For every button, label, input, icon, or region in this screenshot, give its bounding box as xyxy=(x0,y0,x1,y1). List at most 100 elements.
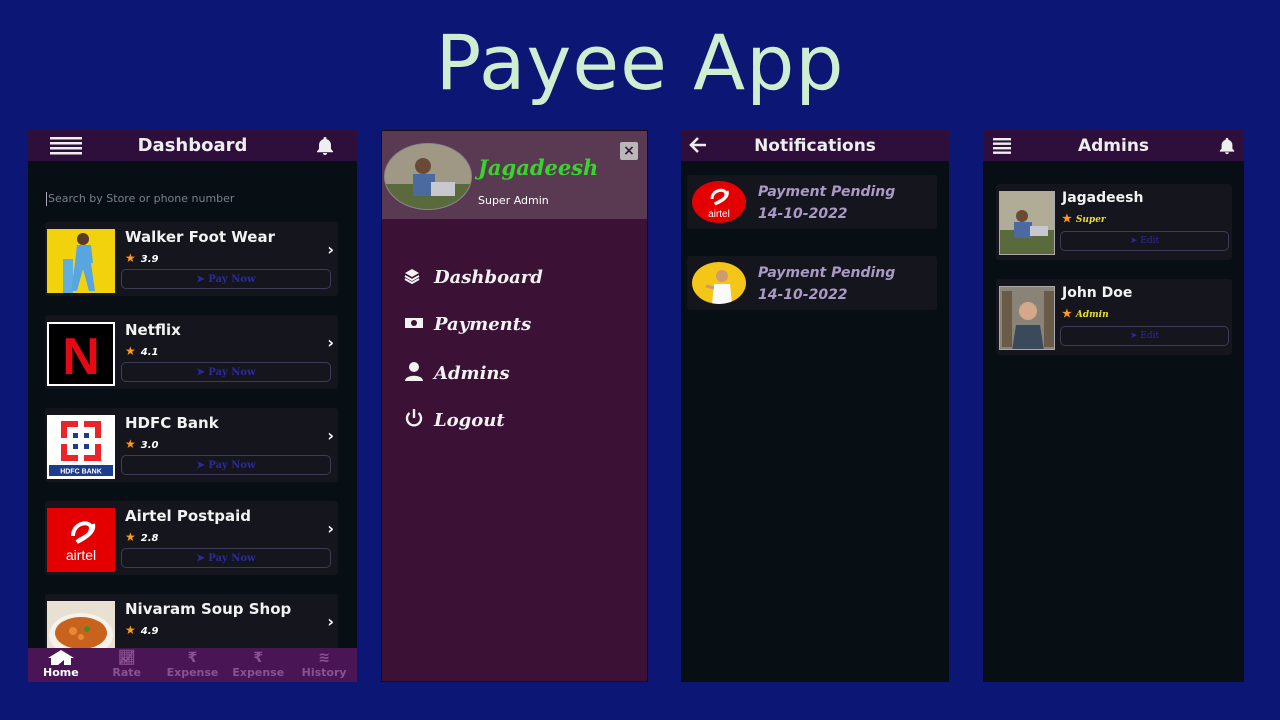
drawer-item-admins[interactable]: Admins xyxy=(404,361,510,385)
search-input[interactable]: Search by Store or phone number xyxy=(46,192,234,206)
drawer-user-name: Jagadeesh xyxy=(478,155,599,180)
admin-card[interactable]: John Doe ★ Admin ➤ Edit xyxy=(996,279,1232,355)
send-icon: ➤ xyxy=(196,460,209,471)
layers-icon: ≋ xyxy=(318,650,330,666)
drawer-item-dashboard[interactable]: Dashboard xyxy=(404,267,543,288)
nav-expense[interactable]: ₹ Expense xyxy=(225,648,291,682)
rupee-icon: ₹ xyxy=(187,650,198,666)
dashboard-topbar: Dashboard xyxy=(28,130,357,161)
store-rating: ★ 3.0 xyxy=(125,437,158,451)
drawer-item-payments[interactable]: Payments xyxy=(404,314,531,335)
user-icon xyxy=(404,361,434,385)
admins-title: Admins xyxy=(1077,135,1150,156)
admin-role-value: Super xyxy=(1075,215,1106,225)
nav-rate[interactable]: 📈︎ Rate xyxy=(94,648,160,682)
store-card[interactable]: airtel Airtel Postpaid ★ 2.8 › ➤ Pay Now xyxy=(45,501,338,575)
admin-role: ★ Super xyxy=(1062,212,1106,225)
nav-history[interactable]: ≋ History xyxy=(291,648,357,682)
pay-now-button[interactable]: ➤ Pay Now xyxy=(121,455,331,475)
star-icon: ★ xyxy=(125,251,136,265)
pay-now-label: Pay Now xyxy=(208,274,256,285)
admins-screen: Admins Jagadeesh ★ Super ➤ Edit John Doe … xyxy=(983,130,1244,682)
admins-topbar: Admins xyxy=(983,130,1244,161)
pay-now-button[interactable]: ➤ Pay Now xyxy=(121,362,331,382)
store-card[interactable]: N Netflix ★ 4.1 › ➤ Pay Now xyxy=(45,315,338,389)
nav-label: Expense xyxy=(232,666,285,679)
chevron-right-icon[interactable]: › xyxy=(327,333,334,352)
pay-now-button[interactable]: ➤ Pay Now xyxy=(121,269,331,289)
store-rating: ★ 4.9 xyxy=(125,623,158,637)
star-icon: ★ xyxy=(1062,212,1072,225)
store-rating: ★ 2.8 xyxy=(125,530,158,544)
notification-title: Payment Pending xyxy=(758,184,896,200)
hdfc-logo-text: HDFC BANK xyxy=(60,469,102,476)
bell-icon[interactable] xyxy=(315,136,335,161)
store-card[interactable]: Walker Foot Wear ★ 3.9 › ➤ Pay Now xyxy=(45,222,338,296)
person-avatar xyxy=(692,262,746,304)
back-arrow-icon[interactable] xyxy=(689,136,707,159)
chevron-right-icon[interactable]: › xyxy=(327,612,334,631)
edit-button[interactable]: ➤ Edit xyxy=(1060,326,1229,346)
airtel-logo-text: airtel xyxy=(708,209,730,220)
bell-icon[interactable] xyxy=(1218,137,1236,160)
admin-card[interactable]: Jagadeesh ★ Super ➤ Edit xyxy=(996,184,1232,260)
hamburger-icon[interactable] xyxy=(50,136,82,161)
nav-expense[interactable]: ₹ Expense xyxy=(160,648,226,682)
dashboard-title: Dashboard xyxy=(137,135,248,156)
chevron-right-icon[interactable]: › xyxy=(327,240,334,259)
notification-item[interactable]: Payment Pending 14-10-2022 xyxy=(687,256,937,310)
chevron-right-icon[interactable]: › xyxy=(327,519,334,538)
star-icon: ★ xyxy=(1062,307,1072,320)
notifications-screen: Notifications airtel Payment Pending 14-… xyxy=(681,130,949,682)
dashboard-screen: Dashboard Search by Store or phone numbe… xyxy=(28,130,357,682)
star-icon: ★ xyxy=(125,530,136,544)
drawer-header: Jagadeesh Super Admin × xyxy=(382,131,647,219)
admin-name: Jagadeesh xyxy=(1062,190,1144,206)
drawer-item-label: Dashboard xyxy=(434,267,543,288)
nav-label: History xyxy=(301,666,347,679)
edit-button[interactable]: ➤ Edit xyxy=(1060,231,1229,251)
drawer-user-role: Super Admin xyxy=(478,194,549,207)
nav-label: Rate xyxy=(112,666,141,679)
avatar xyxy=(384,143,472,210)
send-icon: ➤ xyxy=(196,553,209,564)
notification-item[interactable]: airtel Payment Pending 14-10-2022 xyxy=(687,175,937,229)
star-icon: ★ xyxy=(125,623,136,637)
send-icon: ➤ xyxy=(196,274,209,285)
power-icon xyxy=(404,408,434,432)
drawer-screen: Jagadeesh Super Admin × Dashboard Paymen… xyxy=(381,130,648,682)
rating-value: 2.8 xyxy=(140,533,159,544)
store-rating: ★ 3.9 xyxy=(125,251,158,265)
drawer-item-logout[interactable]: Logout xyxy=(404,408,505,432)
store-rating: ★ 4.1 xyxy=(125,344,158,358)
drawer-item-label: Admins xyxy=(434,362,510,384)
star-icon: ★ xyxy=(125,344,136,358)
store-name: Airtel Postpaid xyxy=(125,507,251,525)
close-icon[interactable]: × xyxy=(620,142,638,160)
drawer-item-label: Payments xyxy=(434,314,532,335)
send-icon: ➤ xyxy=(1129,236,1141,246)
rating-value: 3.0 xyxy=(140,440,159,451)
rating-value: 4.9 xyxy=(140,626,159,637)
rating-value: 3.9 xyxy=(140,254,159,265)
chevron-right-icon[interactable]: › xyxy=(327,426,334,445)
pay-now-label: Pay Now xyxy=(208,553,256,564)
nav-label: Expense xyxy=(166,666,219,679)
store-name: Nivaram Soup Shop xyxy=(125,600,292,618)
send-icon: ➤ xyxy=(196,367,209,378)
hamburger-icon[interactable] xyxy=(993,138,1011,159)
send-icon: ➤ xyxy=(1129,331,1141,341)
bottom-nav: Home 📈︎ Rate ₹ Expense ₹ Expense ≋ History xyxy=(28,648,357,682)
store-card[interactable]: HDFC BANK HDFC Bank ★ 3.0 › ➤ Pay Now xyxy=(45,408,338,482)
nav-home[interactable]: Home xyxy=(28,648,94,682)
rupee-icon: ₹ xyxy=(253,650,264,666)
notification-date: 14-10-2022 xyxy=(758,287,848,303)
airtel-logo: airtel xyxy=(47,508,115,572)
admin-name: John Doe xyxy=(1062,285,1133,301)
notifications-title: Notifications xyxy=(754,135,876,156)
pay-now-button[interactable]: ➤ Pay Now xyxy=(121,548,331,568)
store-logo xyxy=(47,229,115,293)
pay-now-label: Pay Now xyxy=(208,367,256,378)
nav-label: Home xyxy=(43,666,79,679)
admin-photo xyxy=(999,286,1055,350)
